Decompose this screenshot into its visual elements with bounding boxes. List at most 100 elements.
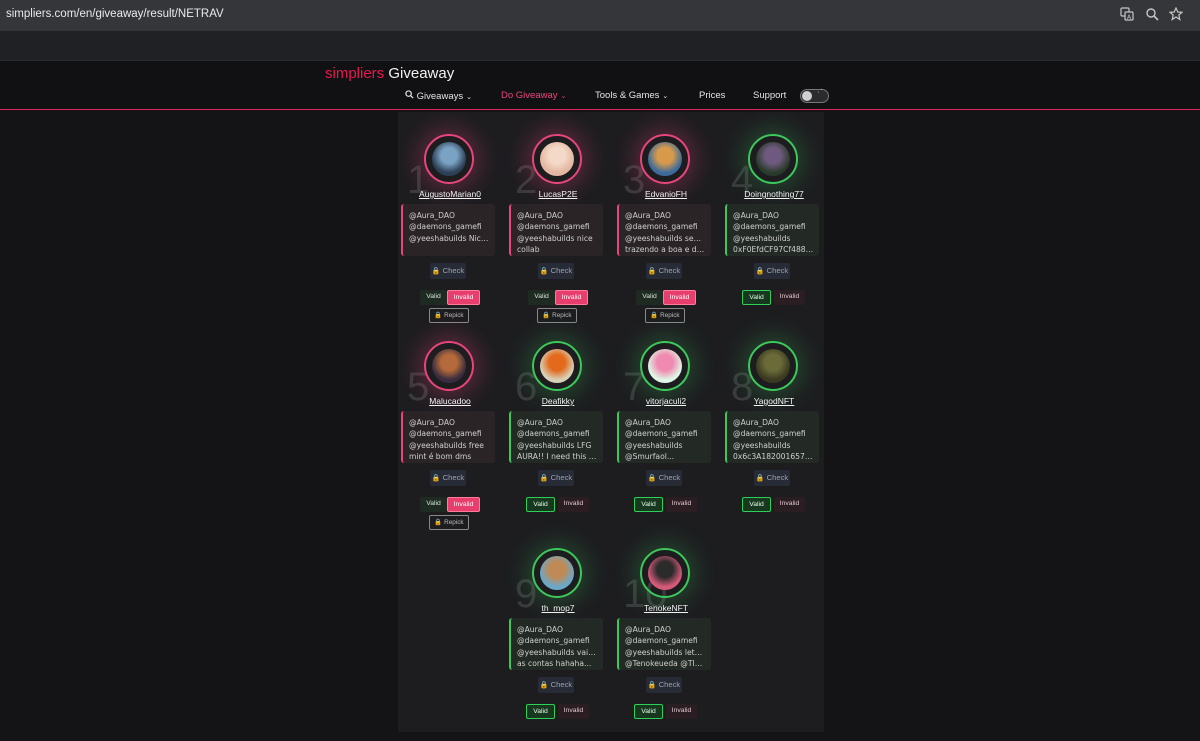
- invalid-button[interactable]: Invalid: [666, 497, 697, 512]
- winner-comment: @Aura_DAO @daemons_gamefi @yeeshabuilds @Sm…: [617, 411, 711, 463]
- valid-button[interactable]: Valid: [742, 290, 771, 305]
- winner-comment: @Aura_DAO @daemons_gamefi @yeeshabuilds ni…: [509, 204, 603, 256]
- nav-giveaways[interactable]: Giveaways ⌄: [405, 90, 472, 102]
- valid-button[interactable]: Valid: [420, 290, 447, 305]
- search-icon: [405, 90, 417, 102]
- winner-avatar[interactable]: [748, 341, 798, 391]
- repick-button[interactable]: 🔒 Repick: [645, 308, 685, 323]
- repick-button[interactable]: 🔒 Repick: [429, 308, 469, 323]
- invalid-button[interactable]: Invalid: [663, 290, 696, 305]
- nav-tools-games[interactable]: Tools & Games ⌄: [595, 90, 668, 101]
- comment-line: @Aura_DAO: [733, 211, 779, 220]
- repick-button[interactable]: 🔒 Repick: [429, 515, 469, 530]
- valid-button[interactable]: Valid: [420, 497, 447, 512]
- check-button[interactable]: 🔒 Check: [538, 677, 574, 693]
- check-button[interactable]: 🔒 Check: [646, 470, 682, 486]
- valid-button[interactable]: Valid: [636, 290, 663, 305]
- winner-username[interactable]: AugustoMarian0: [400, 189, 500, 199]
- comment-line: @daemons_gamefi: [517, 636, 590, 646]
- comment-line: @Aura_DAO: [733, 418, 779, 427]
- winner-username[interactable]: Doingnothing77: [724, 189, 824, 199]
- avatar-image: [756, 142, 790, 176]
- check-button[interactable]: 🔒 Check: [430, 470, 466, 486]
- lock-icon: 🔒: [647, 268, 657, 275]
- avatar-image: [648, 349, 682, 383]
- winner-avatar[interactable]: [640, 134, 690, 184]
- chevron-down-icon: ⌄: [662, 93, 669, 100]
- browser-address-bar[interactable]: simpliers.com/en/giveaway/result/NETRAV …: [0, 0, 1200, 31]
- winner-comment: @Aura_DAO @daemons_gamefi @yeeshabuilds 0xF…: [725, 204, 819, 256]
- lock-icon: 🔒: [434, 519, 443, 526]
- valid-button[interactable]: Valid: [528, 290, 555, 305]
- check-button[interactable]: 🔒 Check: [646, 677, 682, 693]
- nav-label: Giveaways: [416, 91, 464, 102]
- comment-line: @daemons_gamefi: [625, 222, 698, 232]
- check-label: Check: [550, 266, 573, 275]
- brand-logo[interactable]: simpliers Giveaway: [325, 65, 454, 82]
- check-button[interactable]: 🔒 Check: [754, 470, 790, 486]
- comment-line: @Aura_DAO: [625, 625, 671, 634]
- invalid-button[interactable]: Invalid: [555, 290, 588, 305]
- winner-avatar[interactable]: [532, 341, 582, 391]
- check-label: Check: [766, 473, 789, 482]
- comment-line: as contas hahaha...: [517, 658, 592, 668]
- translate-icon[interactable]: A: [1119, 7, 1135, 23]
- winner-avatar[interactable]: [640, 341, 690, 391]
- winner-avatar[interactable]: [640, 548, 690, 598]
- winner-avatar[interactable]: [532, 134, 582, 184]
- valid-button[interactable]: Valid: [634, 704, 663, 719]
- brand-name: simpliers: [325, 65, 385, 82]
- valid-button[interactable]: Valid: [526, 704, 555, 719]
- lock-icon: 🔒: [647, 682, 657, 689]
- avatar-image: [540, 142, 574, 176]
- winner-username[interactable]: vitorjaculi2: [616, 396, 716, 406]
- winner-avatar[interactable]: [424, 134, 474, 184]
- check-button[interactable]: 🔒 Check: [754, 263, 790, 279]
- invalid-button[interactable]: Invalid: [558, 497, 589, 512]
- comment-line: @daemons_gamefi: [409, 429, 482, 439]
- winner-username[interactable]: LucasP2E: [508, 189, 608, 199]
- check-button[interactable]: 🔒 Check: [646, 263, 682, 279]
- comment-line: @yeeshabuilds lets fight: [625, 647, 706, 657]
- winner-avatar[interactable]: [424, 341, 474, 391]
- nav-support[interactable]: Support: [753, 90, 786, 101]
- winner-username[interactable]: Deafikky: [508, 396, 608, 406]
- check-label: Check: [658, 680, 681, 689]
- winner-username[interactable]: TenokeNFT: [616, 603, 716, 613]
- valid-button[interactable]: Valid: [742, 497, 771, 512]
- invalid-button[interactable]: Invalid: [447, 497, 480, 512]
- invalid-button[interactable]: Invalid: [774, 497, 805, 512]
- url-text[interactable]: simpliers.com/en/giveaway/result/NETRAV: [6, 8, 224, 20]
- comment-line: @daemons_gamefi: [733, 222, 806, 232]
- check-button[interactable]: 🔒 Check: [430, 263, 466, 279]
- check-label: Check: [442, 266, 465, 275]
- repick-label: Repick: [444, 312, 464, 319]
- theme-toggle[interactable]: ⋅˙: [800, 88, 829, 103]
- winner-username[interactable]: th_mop7: [508, 603, 608, 613]
- check-button[interactable]: 🔒 Check: [538, 470, 574, 486]
- browser-toolbar-strip: [0, 31, 1200, 61]
- winner-avatar[interactable]: [748, 134, 798, 184]
- winner-username[interactable]: Malucadoo: [400, 396, 500, 406]
- winner-comment: @Aura_DAO @daemons_gamefi @yeeshabuilds le…: [617, 618, 711, 670]
- moon-icon: ⋅˙: [817, 88, 824, 97]
- winner-username[interactable]: YagodNFT: [724, 396, 824, 406]
- invalid-button[interactable]: Invalid: [558, 704, 589, 719]
- invalid-button[interactable]: Invalid: [447, 290, 480, 305]
- winner-username[interactable]: EdvanioFH: [616, 189, 716, 199]
- nav-do-giveaway[interactable]: Do Giveaway ⌄: [501, 90, 566, 101]
- repick-button[interactable]: 🔒 Repick: [537, 308, 577, 323]
- winner-avatar[interactable]: [532, 548, 582, 598]
- nav-prices[interactable]: Prices: [699, 90, 725, 101]
- comment-line: @Tenokeueda @TINAjB...: [625, 658, 706, 668]
- invalid-button[interactable]: Invalid: [666, 704, 697, 719]
- bookmark-star-icon[interactable]: [1168, 6, 1184, 23]
- zoom-icon[interactable]: [1144, 7, 1160, 23]
- valid-button[interactable]: Valid: [526, 497, 555, 512]
- comment-line: @yeeshabuilds LFG: [517, 440, 592, 450]
- repick-label: Repick: [552, 312, 572, 319]
- invalid-button[interactable]: Invalid: [774, 290, 805, 305]
- lock-icon: 🔒: [539, 268, 549, 275]
- valid-button[interactable]: Valid: [634, 497, 663, 512]
- check-button[interactable]: 🔒 Check: [538, 263, 574, 279]
